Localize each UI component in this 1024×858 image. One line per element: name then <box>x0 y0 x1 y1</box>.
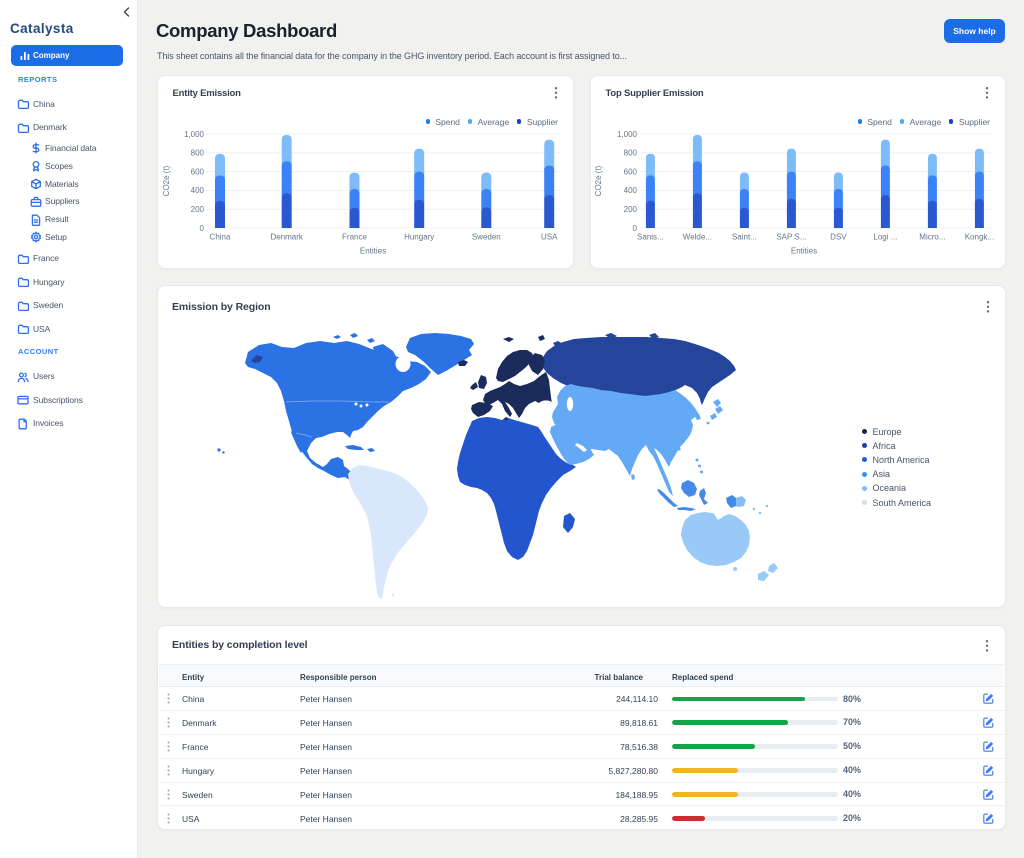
svg-text:China: China <box>210 233 231 242</box>
svg-text:600: 600 <box>624 167 638 176</box>
svg-text:Sweden: Sweden <box>472 233 501 242</box>
svg-text:Welde...: Welde... <box>683 233 712 242</box>
svg-text:Micro...: Micro... <box>919 233 945 242</box>
svg-text:Kongk...: Kongk... <box>965 233 994 242</box>
svg-text:800: 800 <box>191 149 205 158</box>
svg-text:600: 600 <box>191 167 205 176</box>
svg-text:DSV: DSV <box>830 233 847 242</box>
svg-text:400: 400 <box>191 186 205 195</box>
svg-text:1,000: 1,000 <box>184 130 205 139</box>
svg-text:Hungary: Hungary <box>404 233 434 242</box>
svg-text:200: 200 <box>624 205 638 214</box>
svg-text:USA: USA <box>541 233 558 242</box>
svg-text:SAP S...: SAP S... <box>776 233 806 242</box>
svg-text:0: 0 <box>633 224 638 233</box>
svg-text:Sanis...: Sanis... <box>637 233 664 242</box>
svg-text:Entities: Entities <box>360 247 386 256</box>
svg-text:CO2e (t): CO2e (t) <box>162 165 171 196</box>
svg-text:Logi ...: Logi ... <box>873 233 897 242</box>
svg-text:0: 0 <box>200 224 205 233</box>
svg-text:400: 400 <box>624 186 638 195</box>
svg-text:Entities: Entities <box>791 247 817 256</box>
svg-text:200: 200 <box>191 205 205 214</box>
svg-text:France: France <box>342 233 367 242</box>
svg-text:CO2e (t): CO2e (t) <box>594 165 603 196</box>
svg-text:800: 800 <box>624 149 638 158</box>
svg-text:Denmark: Denmark <box>270 233 303 242</box>
svg-text:1,000: 1,000 <box>617 130 638 139</box>
svg-text:Saint...: Saint... <box>732 233 757 242</box>
